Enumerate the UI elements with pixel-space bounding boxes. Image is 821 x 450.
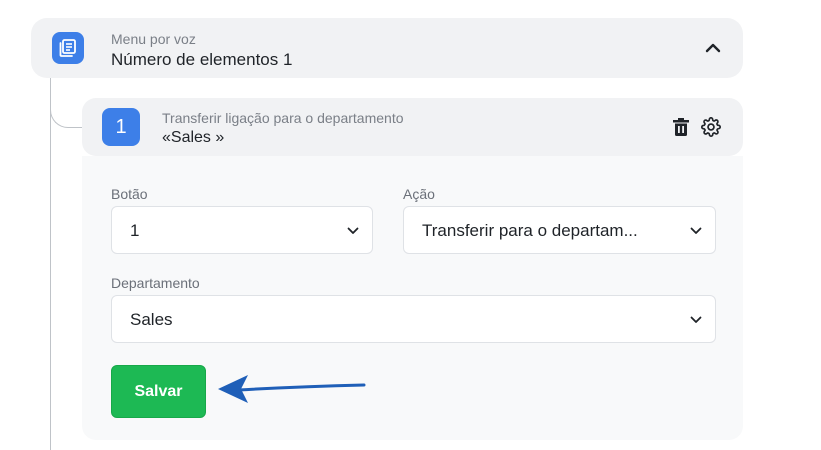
department-select[interactable]: Sales [111,295,716,343]
action-select[interactable]: Transferir para o departam... [403,206,716,254]
menu-item-header[interactable]: 1 Transferir ligação para o departamento… [82,98,743,156]
item-subtitle: Transferir ligação para o departamento [162,110,404,126]
gear-icon[interactable] [701,117,721,137]
item-title: «Sales » [162,129,225,146]
arrow-annotation-icon [218,375,366,403]
chevron-down-icon [346,224,360,238]
save-button[interactable]: Salvar [111,365,206,418]
voice-menu-header[interactable]: Menu por voz Número de elementos 1 [31,18,743,78]
item-number-badge: 1 [102,108,140,146]
department-select-value: Sales [130,310,173,329]
chevron-down-icon [689,224,703,238]
action-field-label: Ação [403,186,435,202]
chevron-up-icon[interactable] [703,38,723,58]
tree-connector [50,78,82,128]
list-icon [52,32,84,64]
button-select[interactable]: 1 [111,206,373,254]
button-field-label: Botão [111,186,148,202]
header-subtitle: Menu por voz [111,31,196,47]
item-form: Botão 1 Ação Transferir para o departam.… [82,156,743,440]
department-field-label: Departamento [111,275,200,291]
header-title: Número de elementos 1 [111,50,293,69]
tree-line [50,78,51,450]
button-select-value: 1 [130,221,140,240]
page: Menu por voz Número de elementos 1 1 Tra… [0,0,821,450]
chevron-down-icon [689,313,703,327]
action-select-value: Transferir para o departam... [422,221,638,240]
trash-icon[interactable] [671,117,691,137]
